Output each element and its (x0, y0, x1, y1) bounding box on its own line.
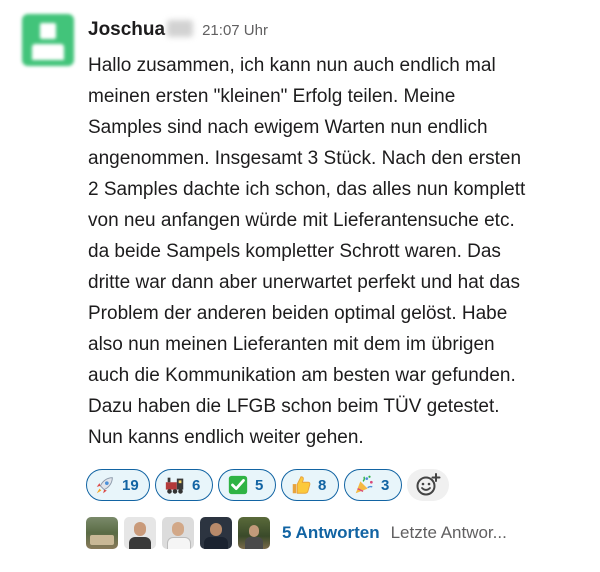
message-line: also nun meinen Lieferanten mit dem im ü… (88, 334, 495, 355)
reaction-count: 3 (381, 476, 390, 494)
message-line: dritte war dann aber unerwartet perfekt … (88, 272, 520, 293)
author-name[interactable]: Joschua (88, 19, 165, 41)
message-line: Dazu haben die LFGB schon beim TÜV getes… (88, 396, 500, 417)
reaction-bar: 19 6 5 8 3 (86, 469, 449, 501)
reaction-count: 8 (318, 476, 327, 494)
redacted-surname (167, 20, 194, 37)
reaction-train[interactable]: 6 (154, 469, 213, 501)
reaction-check-mark[interactable]: 5 (217, 469, 276, 501)
thumbs-up-icon (292, 476, 311, 494)
reaction-thumbs-up[interactable]: 8 (280, 469, 339, 501)
reply-avatar[interactable] (162, 517, 194, 549)
message-line: von neu anfangen würde mit Lieferantensu… (88, 210, 515, 231)
reply-avatar[interactable] (124, 517, 156, 549)
add-reaction-button[interactable] (406, 469, 449, 501)
message-timestamp[interactable]: 21:07 Uhr (202, 22, 268, 39)
reply-avatar[interactable] (238, 517, 270, 549)
party-popper-icon (355, 475, 373, 494)
replies-link[interactable]: 5 Antworten (282, 523, 380, 543)
message-line: Hallo zusammen, ich kann nun auch endlic… (88, 55, 496, 76)
reply-avatar[interactable] (200, 517, 232, 549)
message-line: Problem der anderen beiden optimal gelös… (88, 303, 508, 324)
message-line: Samples sind nach ewigem Warten nun endl… (88, 117, 488, 138)
avatar-body-shape (32, 44, 64, 60)
rocket-icon (96, 477, 113, 494)
thread-summary[interactable]: 5 Antworten Letzte Antwor... (86, 517, 507, 549)
reaction-count: 19 (122, 476, 139, 494)
train-icon (165, 477, 184, 494)
author-avatar[interactable] (22, 14, 74, 66)
check-mark-icon (228, 475, 248, 495)
avatar-head-shape (40, 23, 56, 39)
message-line: auch die Kommunikation am besten war gef… (88, 365, 516, 386)
reaction-rocket[interactable]: 19 (86, 469, 150, 501)
reply-avatar[interactable] (86, 517, 118, 549)
message-line: angenommen. Insgesamt 3 Stück. Nach den … (88, 148, 522, 169)
message-line: meinen ersten "kleinen" Erfolg teilen. M… (88, 86, 456, 107)
add-reaction-icon (416, 473, 441, 496)
reaction-party-popper[interactable]: 3 (343, 469, 402, 501)
message-line: da beide Sampels kompletter Schrott ware… (88, 241, 501, 262)
reaction-count: 5 (255, 476, 264, 494)
message-header: Joschua 21:07 Uhr (88, 18, 268, 46)
message-body: Hallo zusammen, ich kann nun auch endlic… (88, 50, 588, 453)
message-line: Nun kanns endlich weiter gehen. (88, 427, 364, 448)
reaction-count: 6 (192, 476, 201, 494)
message-line: 2 Samples dachte ich schon, das alles nu… (88, 179, 526, 200)
last-reply-text: Letzte Antwor... (390, 523, 507, 542)
